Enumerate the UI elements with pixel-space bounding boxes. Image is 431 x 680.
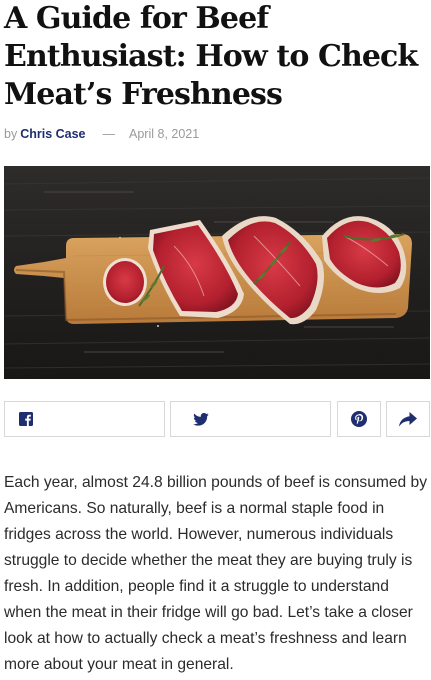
article-meta: by Chris Case — April 8, 2021 <box>4 124 199 144</box>
share-more-button[interactable] <box>386 401 430 437</box>
share-arrow-icon <box>399 411 417 427</box>
article-body: Each year, almost 24.8 billion pounds of… <box>4 474 428 673</box>
twitter-icon <box>193 412 209 426</box>
facebook-icon <box>19 412 33 426</box>
author-link[interactable]: Chris Case <box>20 127 85 141</box>
share-facebook-button[interactable] <box>4 401 165 437</box>
meta-separator: — <box>102 127 116 141</box>
hero-image <box>4 166 430 379</box>
pinterest-icon <box>351 411 367 427</box>
share-twitter-button[interactable] <box>170 401 331 437</box>
share-pinterest-button[interactable] <box>337 401 381 437</box>
publish-date: April 8, 2021 <box>129 127 200 141</box>
byline-prefix: by <box>4 127 18 141</box>
article-title: A Guide for Beef Enthusiast: How to Chec… <box>4 1 418 112</box>
